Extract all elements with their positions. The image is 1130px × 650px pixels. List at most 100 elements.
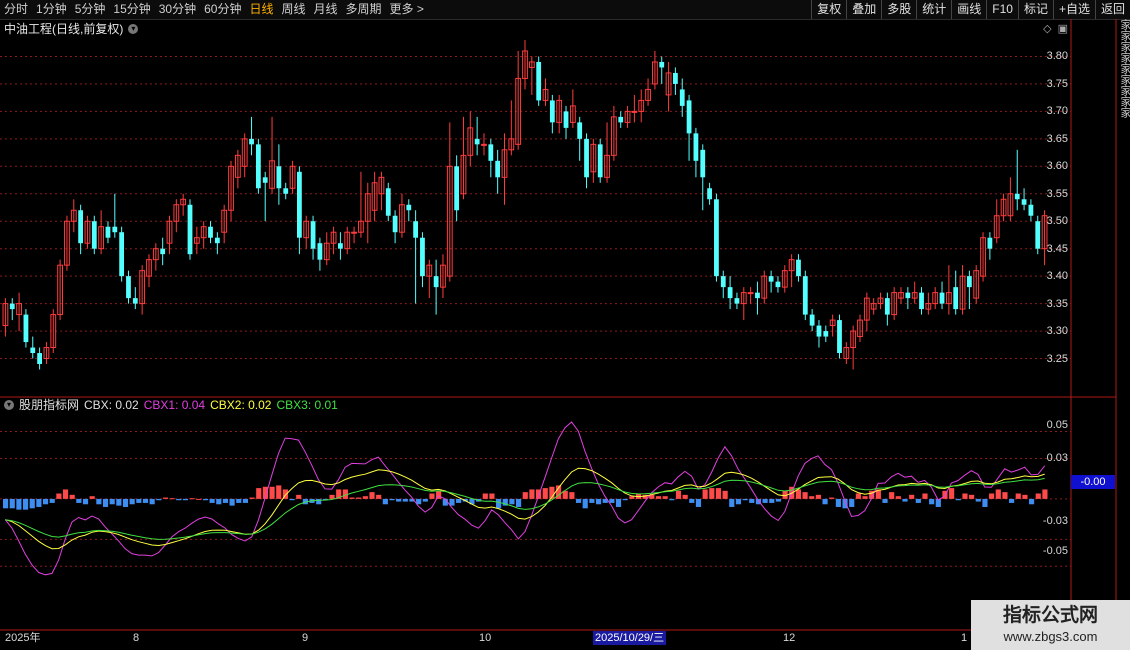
- bar-negative: [575, 498, 582, 503]
- bar-positive: [256, 488, 262, 499]
- indicator-name[interactable]: 股朋指标网: [19, 398, 79, 412]
- bar-negative: [149, 498, 155, 505]
- candle-body-down: [768, 276, 774, 282]
- price-axis-label: 3.55: [1046, 187, 1068, 200]
- price-axis-label: 3.70: [1046, 105, 1068, 118]
- price-axis-label: 3.60: [1046, 160, 1068, 173]
- candle-body-down: [249, 138, 254, 145]
- candle-body-down: [577, 122, 583, 139]
- bar-negative: [109, 498, 115, 505]
- bar-negative: [82, 498, 89, 505]
- bar-positive: [969, 494, 975, 499]
- price-axis-label: 3.30: [1046, 325, 1068, 338]
- candle-body-down: [659, 61, 665, 68]
- bar-positive: [855, 493, 861, 499]
- window-toggle-icon[interactable]: ▣: [1058, 22, 1068, 35]
- bar-positive: [949, 488, 955, 499]
- bar-positive: [889, 492, 895, 499]
- bar-negative: [316, 498, 322, 505]
- bar-positive: [802, 492, 808, 499]
- bar-positive: [795, 489, 801, 499]
- bar-positive: [269, 486, 275, 499]
- bar-positive: [1022, 494, 1028, 499]
- candle-body-down: [679, 89, 685, 106]
- watermark-title: 指标公式网: [1002, 605, 1098, 626]
- candle-body-down: [105, 226, 111, 238]
- cbx3-line: [5, 477, 1045, 540]
- bar-negative: [729, 498, 735, 507]
- candle-body-down: [474, 138, 480, 145]
- bar-negative: [955, 498, 961, 501]
- candle-body-down: [187, 204, 193, 255]
- date-label: 8: [133, 632, 140, 644]
- candle-body-down: [584, 138, 589, 178]
- candle-body-down: [262, 177, 268, 183]
- candle-body-down: [433, 276, 439, 288]
- bar-positive: [709, 488, 715, 499]
- bar-positive: [542, 488, 548, 499]
- side-panel-strip: 家家家家家家家家家: [1118, 19, 1130, 631]
- cbx-value: CBX: 0.02: [84, 398, 139, 412]
- price-axis-label: 3.65: [1046, 132, 1068, 145]
- bar-negative: [389, 498, 395, 501]
- bar-negative: [975, 498, 981, 502]
- bar-positive: [1042, 489, 1048, 499]
- bar-negative: [129, 498, 135, 505]
- bar-negative: [615, 498, 622, 507]
- ind-axis-label: 0.05: [1046, 419, 1068, 431]
- ind-axis-label: -0.03: [1042, 515, 1068, 527]
- candle-body-down: [966, 276, 972, 288]
- bar-negative: [822, 498, 828, 505]
- bar-positive: [702, 489, 708, 499]
- bar-negative: [496, 498, 502, 509]
- bar-positive: [349, 497, 355, 499]
- bar-negative: [142, 498, 149, 503]
- bar-positive: [815, 494, 821, 499]
- bar-positive: [489, 493, 495, 499]
- bar-positive: [329, 494, 335, 499]
- candle-body-down: [317, 243, 323, 260]
- candle-body-down: [338, 243, 343, 249]
- price-axis-label: 3.25: [1046, 352, 1068, 365]
- cbx2-line: [5, 467, 1045, 550]
- bar-negative: [16, 498, 22, 510]
- bar-positive: [62, 489, 69, 499]
- bar-positive: [962, 493, 968, 499]
- candle-body-down: [837, 320, 842, 354]
- dropdown-icon[interactable]: ▾: [128, 24, 139, 34]
- bar-negative: [202, 498, 209, 501]
- bar-positive: [569, 492, 575, 499]
- bar-negative: [289, 498, 295, 501]
- candle-body-down: [919, 292, 924, 310]
- price-axis-label: 3.75: [1046, 77, 1068, 90]
- bar-negative: [136, 498, 142, 503]
- bar-positive: [369, 492, 375, 499]
- bar-negative: [176, 498, 182, 501]
- indicator-dropdown-icon[interactable]: ▾: [4, 400, 14, 410]
- bar-positive: [189, 498, 195, 500]
- candle-body-down: [597, 144, 603, 178]
- chart-canvas[interactable]: [0, 0, 1130, 650]
- bar-negative: [42, 498, 49, 505]
- bar-positive: [675, 490, 682, 499]
- bar-negative: [509, 498, 515, 505]
- candle-body-down: [700, 149, 706, 178]
- bar-positive: [522, 492, 528, 499]
- bar-negative: [1029, 498, 1035, 505]
- candle-body-up: [481, 143, 487, 146]
- bar-negative: [422, 498, 428, 502]
- candle-body-down: [495, 160, 501, 178]
- bar-negative: [516, 498, 522, 507]
- candle-body-down: [775, 281, 781, 288]
- bar-positive: [356, 497, 362, 499]
- date-label: 9: [302, 632, 309, 644]
- diamond-icon[interactable]: ◇: [1043, 22, 1051, 35]
- candle-body-down: [905, 292, 911, 299]
- candle-body-down: [160, 248, 166, 255]
- candle-body-down: [714, 199, 719, 277]
- bar-positive: [829, 497, 835, 499]
- bar-positive: [296, 494, 302, 499]
- bar-positive: [895, 496, 901, 499]
- bar-negative: [835, 498, 841, 507]
- bar-negative: [9, 498, 15, 509]
